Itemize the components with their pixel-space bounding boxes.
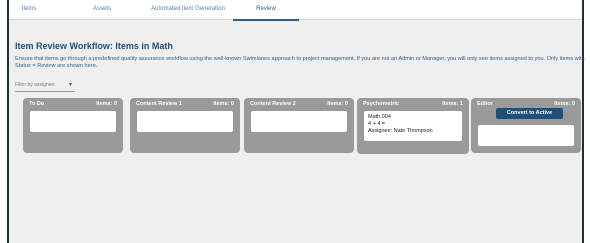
- lane-header: Psychometric Items: 1: [363, 101, 463, 107]
- lane-to-do: To Do Items: 0: [23, 98, 123, 153]
- tab-items[interactable]: Items: [21, 0, 37, 19]
- lane-drop-zone[interactable]: [30, 111, 116, 132]
- tab-bar: Items Assets Automated Item Generation R…: [9, 0, 582, 21]
- lane-drop-zone[interactable]: [137, 111, 233, 132]
- item-assignee: Assignee: Nate Thompson: [368, 128, 433, 134]
- lane-title: Psychometric: [363, 101, 400, 107]
- lane-count: Items: 1: [442, 101, 463, 107]
- lane-content-review-1: Content Review 1 Items: 0: [130, 98, 240, 153]
- tab-review[interactable]: Review: [233, 0, 299, 21]
- page-title: Item Review Workflow: Items in Math: [15, 41, 173, 51]
- assignee-filter-placeholder: Filter by assignee:: [15, 82, 56, 88]
- item-card-text: Math.004 4 + 4 = Assignee: Nate Thompson: [368, 114, 433, 135]
- lane-psychometric: Psychometric Items: 1 Math.004 4 + 4 = A…: [357, 98, 469, 154]
- item-content: 4 + 4 =: [368, 121, 386, 127]
- lane-content-review-2: Content Review 2 Items: 0: [244, 98, 354, 153]
- lane-header: Editor Items: 0: [477, 101, 575, 107]
- assignee-filter[interactable]: Filter by assignee: ▼: [15, 82, 75, 92]
- lane-title: Editor: [477, 101, 493, 107]
- lane-header: Content Review 2 Items: 0: [250, 101, 348, 107]
- lane-editor: Editor Items: 0 Convert to Active: [471, 98, 581, 153]
- lane-count: Items: 0: [554, 101, 575, 107]
- app-frame: Items Assets Automated Item Generation R…: [7, 0, 585, 243]
- lane-title: To Do: [29, 101, 45, 107]
- lane-title: Content Review 2: [250, 101, 296, 107]
- lane-count: Items: 0: [96, 101, 117, 107]
- page-description: Ensure that items go through a predefine…: [15, 56, 585, 69]
- caret-down-icon: ▼: [68, 82, 73, 88]
- tab-assets[interactable]: Assets: [89, 0, 115, 19]
- lane-count: Items: 0: [327, 101, 348, 107]
- lane-header: Content Review 1 Items: 0: [136, 101, 234, 107]
- lane-header: To Do Items: 0: [29, 101, 117, 107]
- convert-to-active-button[interactable]: Convert to Active: [496, 108, 563, 119]
- lane-title: Content Review 1: [136, 101, 182, 107]
- item-name: Math.004: [368, 114, 391, 120]
- lane-drop-zone[interactable]: [251, 111, 347, 132]
- lane-count: Items: 0: [213, 101, 234, 107]
- item-card[interactable]: Math.004 4 + 4 = Assignee: Nate Thompson: [364, 111, 462, 141]
- tab-automated-item-generation[interactable]: Automated Item Generation: [149, 0, 227, 19]
- lane-drop-zone[interactable]: [478, 125, 574, 146]
